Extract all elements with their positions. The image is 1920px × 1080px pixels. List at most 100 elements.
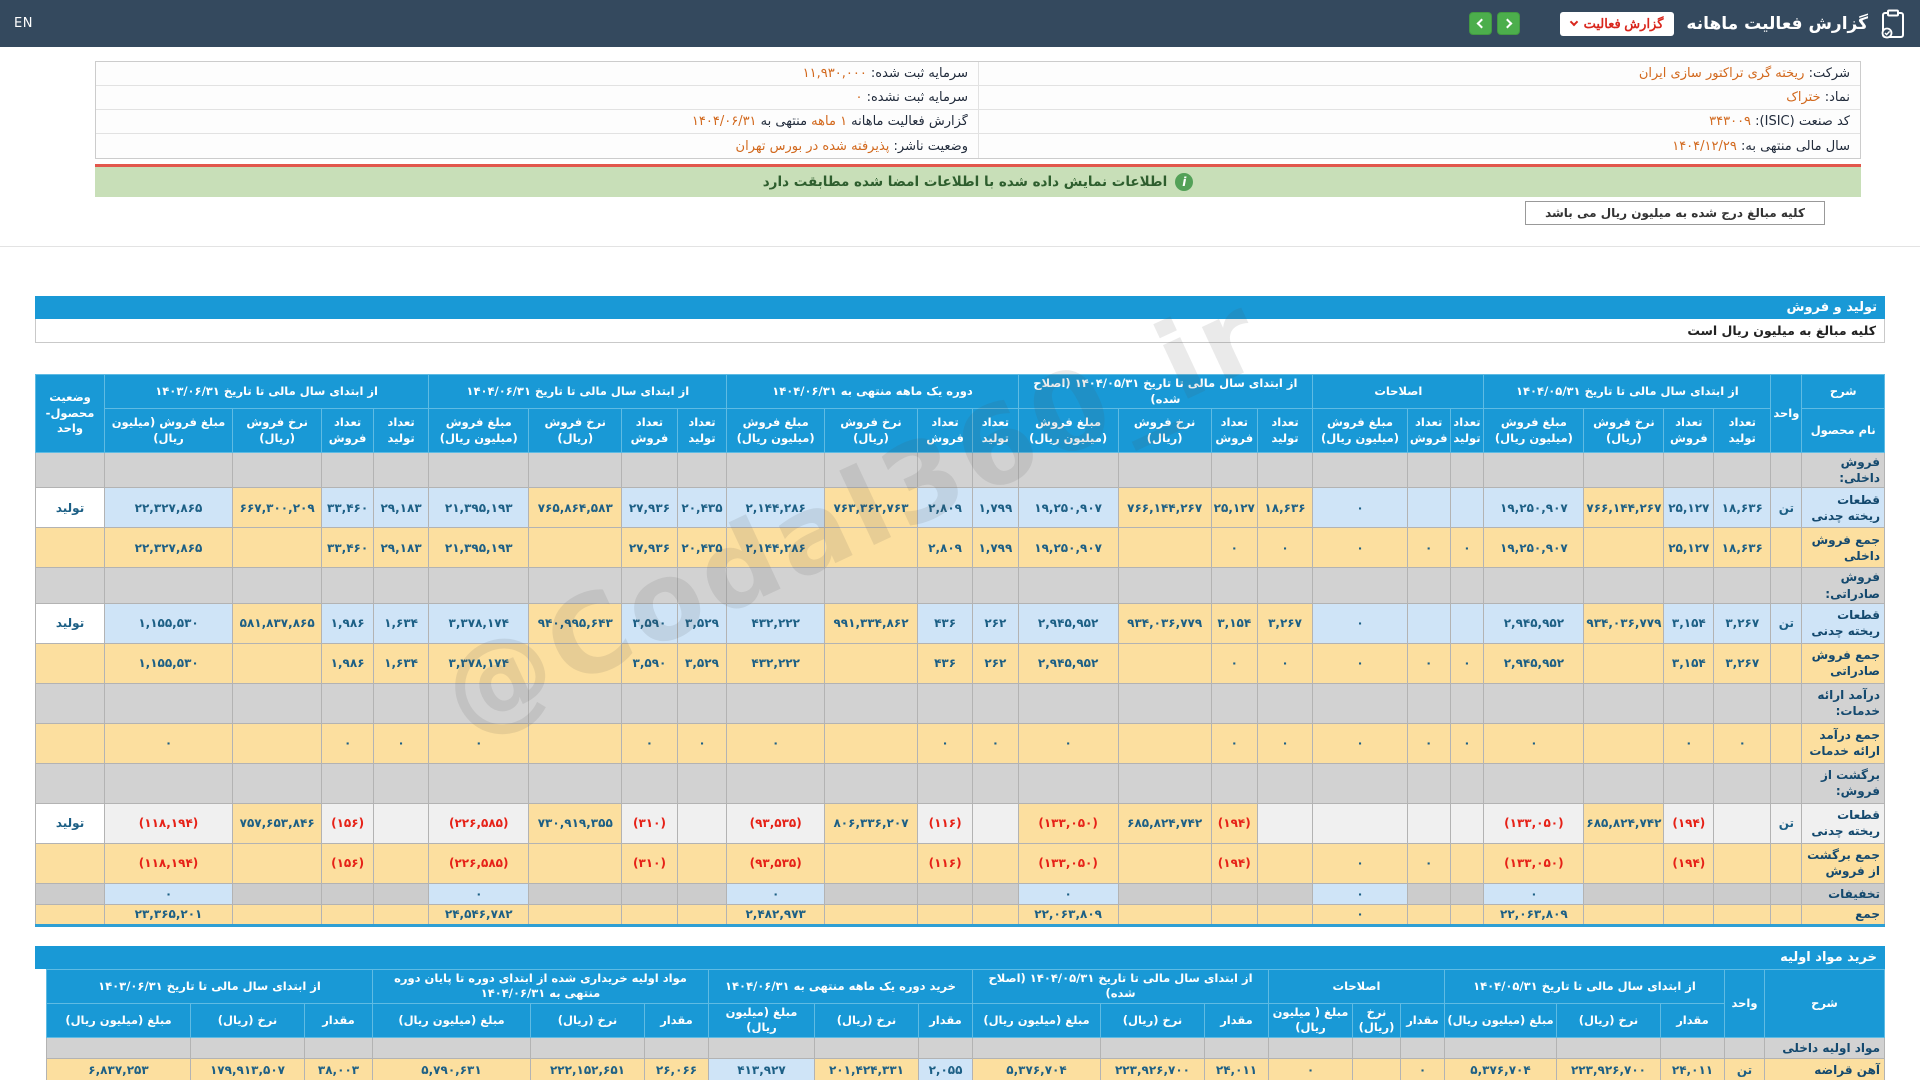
column-header: مبلغ (میلیون ریال): [372, 1002, 531, 1038]
data-cell: ۲,۱۴۴,۲۸۶: [726, 487, 825, 529]
data-cell: [1663, 882, 1715, 905]
data-cell: ۱,۷۹۹: [972, 527, 1019, 569]
data-cell: [104, 567, 233, 604]
data-cell: [231, 903, 323, 926]
data-cell: ۲۰,۴۳۵: [676, 527, 728, 569]
data-cell: ۰: [1406, 722, 1451, 764]
data-cell: [972, 882, 1019, 905]
data-cell: (۱۳۳,۰۵۰): [1017, 802, 1119, 844]
previous-period-button[interactable]: [1468, 12, 1492, 35]
data-cell: (۳۱۰): [621, 842, 678, 884]
data-cell: [428, 567, 530, 604]
data-cell: ۲۹,۱۸۳: [372, 527, 430, 569]
data-cell: [1117, 722, 1212, 764]
column-header: مواد اولیه خریداری شده از ابتدای دوره تا…: [372, 968, 709, 1004]
info-field: وضعیت ناشر: پذیرفته شده در بورس تهران: [96, 139, 978, 154]
data-cell: ۲۴,۵۴۶,۷۸۲: [428, 903, 530, 926]
data-cell: [1449, 802, 1485, 844]
data-cell: ۳,۱۵۴: [1663, 602, 1715, 644]
column-header: تعداد فروش: [321, 408, 374, 454]
data-cell: [1400, 1036, 1445, 1059]
data-cell: ۲۵,۱۲۷: [1663, 487, 1715, 529]
data-cell: ۲,۴۸۲,۹۷۳: [726, 903, 825, 926]
data-cell: ۱,۶۳۴: [372, 642, 430, 684]
data-cell: [1660, 1036, 1725, 1059]
unit-cell: [1770, 642, 1803, 684]
data-cell: ۳,۳۷۸,۱۷۴: [428, 602, 530, 644]
data-cell: ۲۶۲: [972, 642, 1019, 684]
data-cell: [1017, 567, 1119, 604]
data-cell: [621, 882, 678, 905]
data-cell: [972, 842, 1019, 884]
divider: [0, 246, 1920, 247]
info-field: گزارش فعالیت ماهانه ۱ ماهه منتهی به ۱۴۰۴…: [96, 114, 978, 129]
data-cell: [1117, 903, 1212, 926]
language-switch-en[interactable]: EN: [14, 16, 33, 31]
info-label: کد صنعت (ISIC):: [1751, 114, 1850, 129]
data-cell: ۱۸,۶۳۶: [1256, 487, 1314, 529]
row-label: مواد اولیه داخلی: [1764, 1036, 1885, 1059]
data-cell: [372, 882, 430, 905]
data-cell: ۲۲,۰۶۳,۸۰۹: [1483, 903, 1585, 926]
data-cell: [621, 452, 678, 489]
status-cell: [34, 452, 106, 489]
column-header: نرخ فروش (ریال): [1583, 408, 1665, 454]
period-nav: [1468, 12, 1520, 35]
data-cell: [1713, 802, 1772, 844]
data-cell: [190, 1036, 305, 1059]
status-cell: تولید: [34, 487, 106, 529]
column-header: از ابتدای سال مالی تا تاریخ ۱۴۰۴/۰۵/۳۱ (…: [1017, 373, 1314, 410]
status-cell: تولید: [34, 602, 106, 644]
data-cell: [428, 762, 530, 804]
data-cell: [1583, 682, 1665, 724]
data-cell: ۳۳,۴۶۰: [321, 487, 374, 529]
column-header: تعداد فروش: [621, 408, 678, 454]
unit-cell: [1770, 567, 1803, 604]
data-cell: [104, 452, 233, 489]
info-value: ۱۴۰۴/۱۲/۲۹: [1672, 138, 1737, 154]
data-cell: ۷۳۰,۹۱۹,۳۵۵: [528, 802, 623, 844]
data-cell: [530, 1036, 645, 1059]
data-cell: [1312, 802, 1408, 844]
data-cell: [823, 452, 919, 489]
column-header: نرخ (ریال): [190, 1002, 305, 1038]
data-cell: ۰: [1312, 903, 1408, 926]
data-cell: [621, 903, 678, 926]
data-cell: ۰: [1210, 722, 1258, 764]
data-cell: [1663, 903, 1715, 926]
data-cell: [972, 802, 1019, 844]
data-cell: (۱۵۶): [321, 842, 374, 884]
data-cell: ۷۶۶,۱۴۴,۲۶۷: [1117, 487, 1212, 529]
data-cell: ۳۸,۰۰۳: [304, 1057, 373, 1080]
unit-cell: تن: [1770, 802, 1803, 844]
data-cell: ۳,۲۶۷: [1713, 602, 1772, 644]
report-type-dropdown[interactable]: گزارش فعالیت: [1559, 11, 1675, 36]
data-cell: [1583, 882, 1665, 905]
unit-cell: [1770, 682, 1803, 724]
data-cell: [676, 882, 728, 905]
data-cell: (۱۱۶): [917, 842, 974, 884]
data-cell: ۲۲,۳۲۷,۸۶۵: [104, 527, 233, 569]
data-cell: ۵,۳۷۶,۷۰۴: [972, 1057, 1101, 1080]
data-cell: [676, 842, 728, 884]
row-label: آهن قراضه: [1764, 1057, 1885, 1080]
next-period-button[interactable]: [1496, 12, 1520, 35]
data-cell: [321, 567, 374, 604]
chevron-right-icon: [1502, 18, 1513, 29]
data-cell: [1583, 842, 1665, 884]
data-cell: [1256, 682, 1314, 724]
info-value-segment: منتهی به: [756, 114, 812, 129]
column-header: تعداد تولید: [1449, 408, 1485, 454]
data-cell: [1210, 682, 1258, 724]
data-cell: [1210, 567, 1258, 604]
data-cell: [372, 802, 430, 844]
column-header: شرح: [1801, 373, 1885, 410]
data-cell: [1583, 903, 1665, 926]
data-cell: [726, 762, 825, 804]
data-cell: ۱۷۹,۹۱۳,۵۰۷: [190, 1057, 305, 1080]
column-header: نرخ فروش (ریال): [231, 408, 323, 454]
data-cell: ۰: [1406, 527, 1451, 569]
column-header: دوره یک ماهه منتهی به ۱۴۰۴/۰۶/۳۱: [726, 373, 1019, 410]
unit-cell: [1770, 527, 1803, 569]
data-cell: [823, 682, 919, 724]
